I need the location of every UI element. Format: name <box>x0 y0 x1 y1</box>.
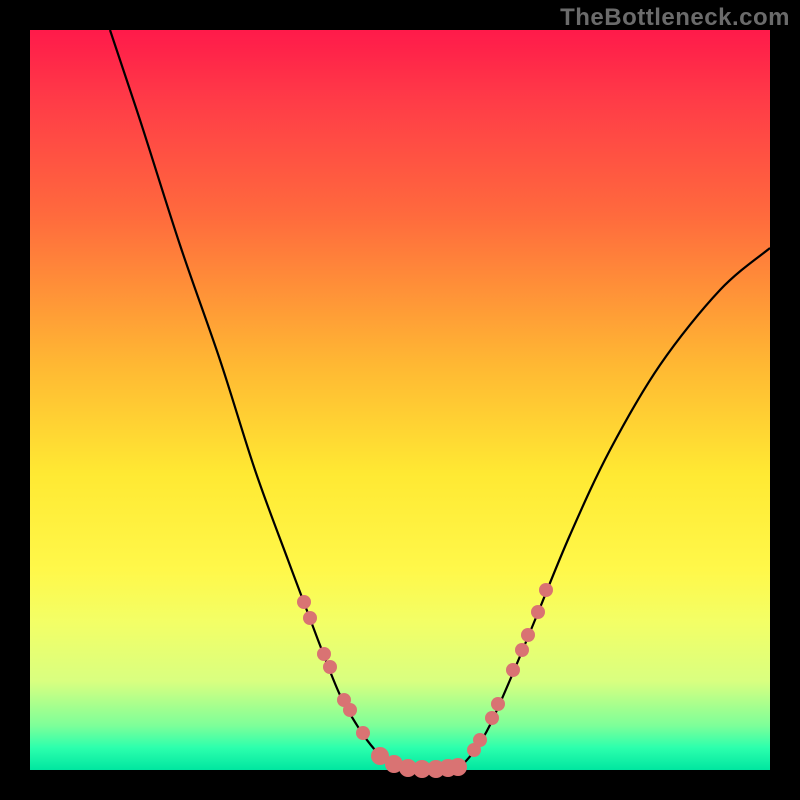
data-dots <box>297 583 553 778</box>
data-dot <box>323 660 337 674</box>
data-dot <box>473 733 487 747</box>
data-dot <box>521 628 535 642</box>
data-dot <box>531 605 545 619</box>
outer-frame: TheBottleneck.com <box>0 0 800 800</box>
plot-area <box>30 30 770 770</box>
data-dot <box>515 643 529 657</box>
data-dot <box>317 647 331 661</box>
watermark-text: TheBottleneck.com <box>560 4 790 32</box>
data-dot <box>485 711 499 725</box>
data-dot <box>539 583 553 597</box>
data-dot <box>303 611 317 625</box>
data-dot <box>449 758 467 776</box>
data-dot <box>343 703 357 717</box>
chart-svg <box>30 30 770 770</box>
data-dot <box>297 595 311 609</box>
bottleneck-curve <box>110 30 770 770</box>
data-dot <box>491 697 505 711</box>
data-dot <box>506 663 520 677</box>
data-dot <box>356 726 370 740</box>
